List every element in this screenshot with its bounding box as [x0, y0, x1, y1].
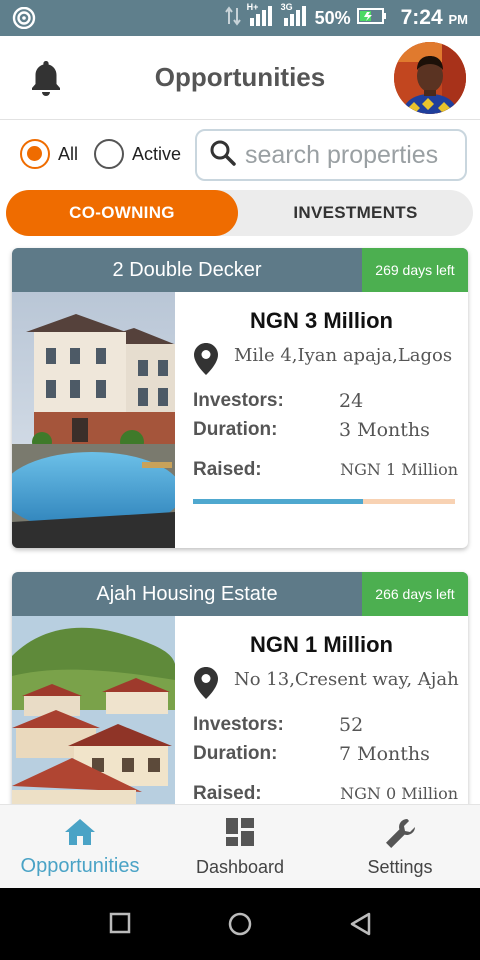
- recents-icon[interactable]: [109, 912, 131, 939]
- home-button-icon[interactable]: [228, 912, 252, 941]
- property-location: No 13,Cresent way, Ajah: [234, 669, 459, 690]
- network-type-label: 3G: [280, 1, 293, 12]
- raised-progress-fill: [193, 499, 364, 504]
- status-bar: H+ 3G 50% 7:24 PM: [0, 0, 480, 36]
- search-placeholder: search properties: [245, 140, 439, 169]
- nav-settings-label: Settings: [367, 857, 433, 877]
- search-icon: [209, 139, 237, 172]
- property-title: Ajah Housing Estate: [96, 583, 278, 605]
- avatar[interactable]: [394, 42, 466, 114]
- property-card[interactable]: 2 Double Decker 269 days left NGN 3 Mill…: [12, 248, 468, 548]
- system-nav-bar: [0, 888, 480, 960]
- investors-value: 24: [339, 390, 364, 412]
- investors-value: 52: [339, 714, 364, 736]
- wrench-icon: [320, 817, 480, 851]
- investors-label: Investors:: [193, 390, 284, 411]
- raised-value: NGN 0 Million: [340, 784, 458, 803]
- network-type-label: H+: [246, 1, 259, 12]
- signal-icon: 3G: [280, 1, 309, 33]
- days-left-badge: 266 days left: [362, 572, 468, 616]
- location-pin-icon: [193, 342, 219, 381]
- raised-progress-bar: [193, 499, 455, 504]
- filter-row: All Active search properties: [0, 128, 480, 182]
- filter-all-radio[interactable]: All: [20, 139, 78, 169]
- duration-value: 3 Months: [339, 419, 430, 441]
- search-input[interactable]: search properties: [195, 129, 467, 181]
- days-left-badge: 269 days left: [362, 248, 468, 292]
- wifi-icon: [12, 6, 36, 34]
- tab-bar: CO-OWNING INVESTMENTS: [6, 190, 473, 236]
- card-header: 2 Double Decker 269 days left: [12, 248, 468, 292]
- battery-percent: 50%: [314, 7, 351, 28]
- card-header: Ajah Housing Estate 266 days left: [12, 572, 468, 616]
- duration-label: Duration:: [193, 419, 278, 440]
- investors-label: Investors:: [193, 714, 284, 735]
- card-body: NGN 3 Million Mile 4,Iyan apaja,Lagos In…: [175, 292, 468, 548]
- app-bar: Opportunities: [0, 36, 480, 120]
- raised-label: Raised:: [193, 783, 262, 804]
- clock-time: 7:24: [400, 6, 443, 29]
- bottom-nav: Opportunities Dashboard Settings: [0, 804, 480, 888]
- tab-investments[interactable]: INVESTMENTS: [238, 190, 473, 236]
- dashboard-icon: [160, 817, 320, 847]
- tab-co-owning[interactable]: CO-OWNING: [6, 190, 238, 236]
- property-title: 2 Double Decker: [112, 259, 262, 281]
- home-icon: [0, 817, 160, 847]
- duration-value: 7 Months: [339, 743, 430, 765]
- signal-icon: H+: [246, 1, 275, 33]
- location-pin-icon: [193, 666, 219, 705]
- property-price: NGN 3 Million: [250, 308, 393, 333]
- data-arrows-icon: [224, 5, 241, 31]
- radio-unchecked-icon: [94, 139, 124, 169]
- raised-value: NGN 1 Million: [340, 460, 458, 479]
- nav-opportunities[interactable]: Opportunities: [0, 805, 160, 889]
- filter-all-label: All: [58, 143, 79, 164]
- property-price: NGN 1 Million: [250, 632, 393, 657]
- duration-label: Duration:: [193, 743, 278, 764]
- filter-active-label: Active: [132, 143, 182, 164]
- back-icon[interactable]: [349, 912, 371, 941]
- battery-charging-icon: [356, 6, 387, 31]
- property-image: [12, 292, 175, 548]
- raised-label: Raised:: [193, 459, 262, 480]
- clock: 7:24 PM: [401, 6, 468, 30]
- nav-opportunities-label: Opportunities: [20, 855, 140, 877]
- nav-dashboard[interactable]: Dashboard: [160, 805, 320, 889]
- clock-ampm: PM: [448, 12, 469, 27]
- nav-dashboard-label: Dashboard: [195, 857, 285, 877]
- property-location: Mile 4,Iyan apaja,Lagos: [234, 345, 453, 366]
- radio-checked-icon: [20, 139, 50, 169]
- nav-settings[interactable]: Settings: [320, 805, 480, 889]
- filter-active-radio[interactable]: Active: [94, 139, 181, 169]
